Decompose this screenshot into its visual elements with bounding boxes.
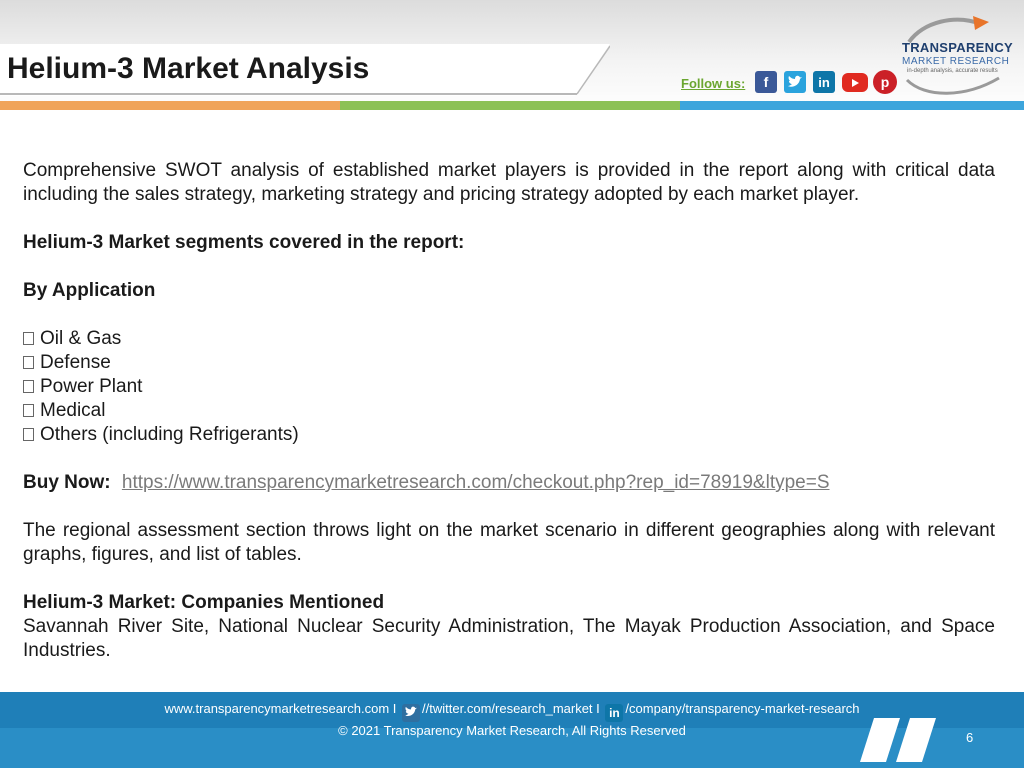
facebook-icon[interactable]: f: [755, 71, 777, 93]
buy-now-label: Buy Now:: [23, 472, 111, 493]
application-label: Medical: [40, 400, 106, 421]
accent-bar-blue: [680, 101, 1024, 110]
twitter-icon[interactable]: [784, 71, 806, 93]
companies-heading: Helium-3 Market: Companies Mentioned: [23, 592, 385, 613]
header: Helium-3 Market Analysis Follow us: f in…: [0, 0, 1024, 112]
buy-now-row: Buy Now: https://www.transparencymarketr…: [23, 471, 995, 495]
slide-body: Comprehensive SWOT analysis of establish…: [23, 159, 995, 663]
logo-tagline: in-depth analysis, accurate results: [907, 68, 998, 74]
application-label: Power Plant: [40, 376, 143, 397]
regional-paragraph: The regional assessment section throws l…: [23, 520, 995, 565]
linkedin-icon[interactable]: in: [813, 71, 835, 93]
bullet-box-icon: [23, 428, 34, 441]
slash-decoration-icon: [860, 718, 936, 762]
twitter-icon: [402, 704, 421, 722]
application-label: Defense: [40, 352, 111, 373]
buy-now-link[interactable]: https://www.transparencymarketresearch.c…: [122, 472, 830, 493]
application-item: Defense: [23, 351, 995, 375]
intro-paragraph: Comprehensive SWOT analysis of establish…: [23, 160, 995, 205]
bullet-box-icon: [23, 356, 34, 369]
application-item: Oil & Gas: [23, 327, 995, 351]
application-list: Oil & Gas Defense Power Plant Medical Ot…: [23, 327, 995, 447]
application-heading: By Application: [23, 280, 156, 301]
linkedin-icon: in: [605, 704, 624, 722]
application-item: Medical: [23, 399, 995, 423]
footer-website-link[interactable]: www.transparencymarketresearch.com: [164, 701, 389, 716]
application-label: Others (including Refrigerants): [40, 424, 299, 445]
accent-bar-orange: [0, 101, 340, 110]
bullet-box-icon: [23, 332, 34, 345]
page-number: 6: [966, 730, 974, 745]
application-item: Power Plant: [23, 375, 995, 399]
bullet-box-icon: [23, 404, 34, 417]
segments-heading: Helium-3 Market segments covered in the …: [23, 232, 465, 253]
logo-wordmark: TRANSPARENCY: [902, 40, 1013, 55]
footer-separator: I: [596, 701, 600, 716]
application-label: Oil & Gas: [40, 328, 122, 349]
application-item: Others (including Refrigerants): [23, 423, 995, 447]
bullet-box-icon: [23, 380, 34, 393]
follow-us-label: Follow us:: [681, 76, 746, 91]
pinterest-icon[interactable]: p: [873, 70, 897, 94]
company-logo: TRANSPARENCY MARKET RESEARCH in-depth an…: [895, 14, 1015, 98]
companies-paragraph: Savannah River Site, National Nuclear Se…: [23, 616, 995, 661]
page-title: Helium-3 Market Analysis: [7, 52, 370, 85]
footer-twitter-link[interactable]: //twitter.com/research_market: [422, 701, 593, 716]
footer-separator: I: [392, 701, 397, 716]
accent-bar-green: [340, 101, 680, 110]
footer-linkedin-link[interactable]: /company/transparency-market-research: [625, 701, 859, 716]
youtube-icon[interactable]: [842, 73, 868, 92]
logo-subtitle: MARKET RESEARCH: [902, 56, 1010, 67]
